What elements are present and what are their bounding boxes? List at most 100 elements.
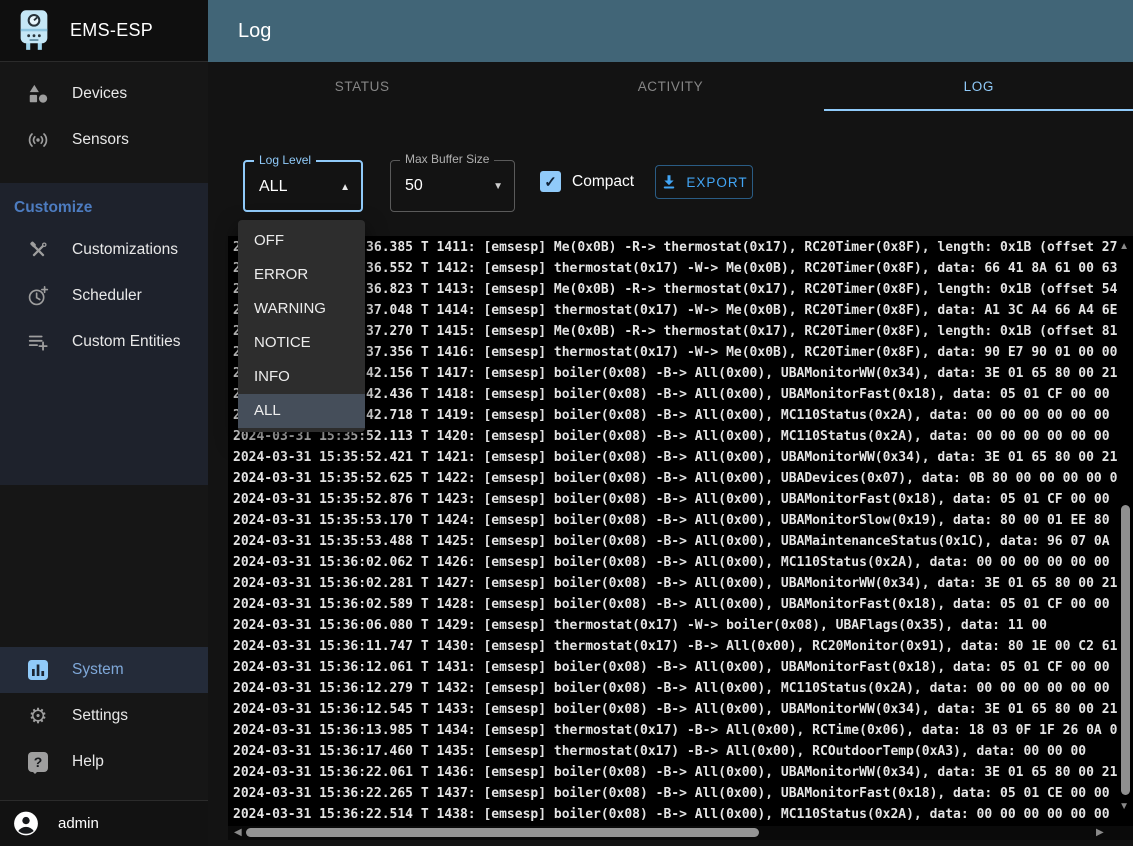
log-level-value: ALL: [259, 178, 287, 196]
sidebar-item-settings[interactable]: ⚙ Settings: [0, 693, 208, 739]
log-line: 2024-03-31 15:35:36.823 T 1413: [emsesp]…: [233, 279, 1117, 300]
sidebar-item-label: Help: [72, 753, 104, 771]
page-title: Log: [238, 20, 271, 43]
customize-section-header: Customize: [0, 183, 208, 227]
log-level-label: Log Level: [254, 153, 316, 167]
menu-item-error[interactable]: ERROR: [238, 258, 365, 292]
sidebar-user-row[interactable]: admin: [0, 800, 208, 846]
log-line: 2024-03-31 15:36:02.589 T 1428: [emsesp]…: [233, 594, 1117, 615]
log-line: 2024-03-31 15:35:37.270 T 1415: [emsesp]…: [233, 321, 1117, 342]
sidebar-nav: Devices Sensors: [0, 62, 208, 163]
tab-bar: STATUS ACTIVITY LOG: [208, 62, 1133, 111]
sensors-icon: [25, 128, 51, 152]
menu-item-info[interactable]: INFO: [238, 360, 365, 394]
log-line: 2024-03-31 15:35:36.552 T 1412: [emsesp]…: [233, 258, 1117, 279]
compact-checkbox[interactable]: ✓: [540, 171, 561, 192]
max-buffer-size-select[interactable]: Max Buffer Size 50 ▼: [390, 160, 515, 212]
gear-icon: ⚙: [25, 706, 51, 727]
sidebar-customize-section: Customize Customizations: [0, 183, 208, 485]
log-line: 2024-03-31 15:36:12.061 T 1431: [emsesp]…: [233, 657, 1117, 678]
boiler-logo-icon: [15, 9, 53, 53]
compact-checkbox-row[interactable]: ✓ Compact: [540, 171, 634, 192]
main-area: Log STATUS ACTIVITY LOG Log Level ALL ▲ …: [208, 0, 1133, 846]
export-label: EXPORT: [686, 175, 747, 190]
sidebar-item-label: Sensors: [72, 131, 129, 149]
topbar: Log: [208, 0, 1133, 62]
horizontal-scrollbar[interactable]: ◀ ▶: [228, 826, 1133, 840]
menu-item-warning[interactable]: WARNING: [238, 292, 365, 326]
log-line: 2024-03-31 15:35:37.048 T 1414: [emsesp]…: [233, 300, 1117, 321]
menu-item-all[interactable]: ALL: [238, 394, 365, 428]
horizontal-scrollbar-thumb[interactable]: [246, 828, 759, 837]
sidebar-item-label: Settings: [72, 707, 128, 725]
log-line: 2024-03-31 15:35:52.421 T 1421: [emsesp]…: [233, 447, 1117, 468]
scroll-right-icon[interactable]: ▶: [1096, 828, 1104, 838]
menu-item-off[interactable]: OFF: [238, 224, 365, 258]
log-line: 2024-03-31 15:36:02.062 T 1426: [emsesp]…: [233, 552, 1117, 573]
sidebar-item-label: Custom Entities: [72, 333, 181, 351]
sidebar-item-label: Customizations: [72, 241, 178, 259]
log-line: 2024-03-31 15:35:52.113 T 1420: [emsesp]…: [233, 426, 1117, 447]
compact-label: Compact: [572, 173, 634, 191]
log-line: 2024-03-31 15:36:22.061 T 1436: [emsesp]…: [233, 762, 1117, 783]
log-line: 2024-03-31 15:35:53.488 T 1425: [emsesp]…: [233, 531, 1117, 552]
account-circle-icon: [13, 810, 39, 837]
max-buffer-size-label: Max Buffer Size: [400, 152, 494, 166]
analytics-icon: [25, 658, 51, 682]
app-title: EMS-ESP: [70, 20, 153, 41]
log-line: 2024-03-31 15:36:12.279 T 1432: [emsesp]…: [233, 678, 1117, 699]
log-line: 2024-03-31 15:36:22.265 T 1437: [emsesp]…: [233, 783, 1117, 804]
log-line: 2024-03-31 15:35:42.156 T 1417: [emsesp]…: [233, 363, 1117, 384]
menu-item-notice[interactable]: NOTICE: [238, 326, 365, 360]
vertical-scrollbar-thumb[interactable]: [1121, 505, 1130, 795]
username-label: admin: [58, 815, 99, 832]
sidebar-item-system[interactable]: System: [0, 647, 208, 693]
sidebar: EMS-ESP Devices: [0, 0, 208, 846]
caret-up-icon: ▲: [340, 182, 350, 193]
log-line: 2024-03-31 15:36:06.080 T 1429: [emsesp]…: [233, 615, 1117, 636]
tab-log[interactable]: LOG: [825, 62, 1133, 111]
sidebar-item-help[interactable]: ? Help: [0, 739, 208, 785]
clock-plus-icon: [25, 285, 51, 307]
devices-icon: [25, 83, 51, 105]
sidebar-item-customizations[interactable]: Customizations: [0, 227, 208, 273]
sidebar-header: EMS-ESP: [0, 0, 208, 62]
ems-esp-app: EMS-ESP Devices: [0, 0, 1133, 846]
log-level-select[interactable]: Log Level ALL ▲: [243, 160, 363, 212]
playlist-add-icon: [25, 331, 51, 353]
sidebar-item-label: System: [72, 661, 124, 679]
log-lines: 2024-03-31 15:35:36.385 T 1411: [emsesp]…: [233, 237, 1117, 826]
log-line: 2024-03-31 15:36:12.545 T 1433: [emsesp]…: [233, 699, 1117, 720]
sidebar-item-devices[interactable]: Devices: [0, 71, 208, 117]
max-buffer-size-value: 50: [405, 177, 423, 195]
log-line: 2024-03-31 15:35:52.625 T 1422: [emsesp]…: [233, 468, 1117, 489]
sidebar-item-label: Scheduler: [72, 287, 142, 305]
log-line: 2024-03-31 15:36:13.985 T 1434: [emsesp]…: [233, 720, 1117, 741]
scroll-up-icon[interactable]: ▲: [1119, 242, 1129, 252]
export-button[interactable]: EXPORT: [655, 165, 753, 199]
log-line: 2024-03-31 15:35:53.170 T 1424: [emsesp]…: [233, 510, 1117, 531]
log-line: 2024-03-31 15:35:37.356 T 1416: [emsesp]…: [233, 342, 1117, 363]
log-level-menu: OFF ERROR WARNING NOTICE INFO ALL: [238, 220, 365, 432]
log-line: 2024-03-31 15:36:11.747 T 1430: [emsesp]…: [233, 636, 1117, 657]
log-line: 2024-03-31 15:35:36.385 T 1411: [emsesp]…: [233, 237, 1117, 258]
log-line: 2024-03-31 15:36:02.281 T 1427: [emsesp]…: [233, 573, 1117, 594]
log-line: 2024-03-31 15:35:52.876 T 1423: [emsesp]…: [233, 489, 1117, 510]
tab-status[interactable]: STATUS: [208, 62, 516, 111]
download-icon: [660, 173, 678, 191]
scroll-left-icon[interactable]: ◀: [234, 828, 242, 838]
help-icon: ?: [25, 752, 51, 772]
log-tab-content: Log Level ALL ▲ Max Buffer Size 50 ▼ ✓ C…: [208, 111, 1133, 846]
log-line: 2024-03-31 15:35:42.436 T 1418: [emsesp]…: [233, 384, 1117, 405]
log-line: 2024-03-31 15:36:22.514 T 1438: [emsesp]…: [233, 804, 1117, 825]
tab-activity[interactable]: ACTIVITY: [516, 62, 824, 111]
scroll-down-icon[interactable]: ▼: [1119, 802, 1129, 812]
log-line: 2024-03-31 15:36:17.460 T 1435: [emsesp]…: [233, 741, 1117, 762]
sidebar-bottom: System ⚙ Settings ? Help: [0, 647, 208, 846]
sidebar-item-scheduler[interactable]: Scheduler: [0, 273, 208, 319]
log-line: 2024-03-31 15:35:42.718 T 1419: [emsesp]…: [233, 405, 1117, 426]
tools-icon: [25, 240, 51, 261]
sidebar-item-custom-entities[interactable]: Custom Entities: [0, 319, 208, 365]
sidebar-item-sensors[interactable]: Sensors: [0, 117, 208, 163]
sidebar-item-label: Devices: [72, 85, 127, 103]
